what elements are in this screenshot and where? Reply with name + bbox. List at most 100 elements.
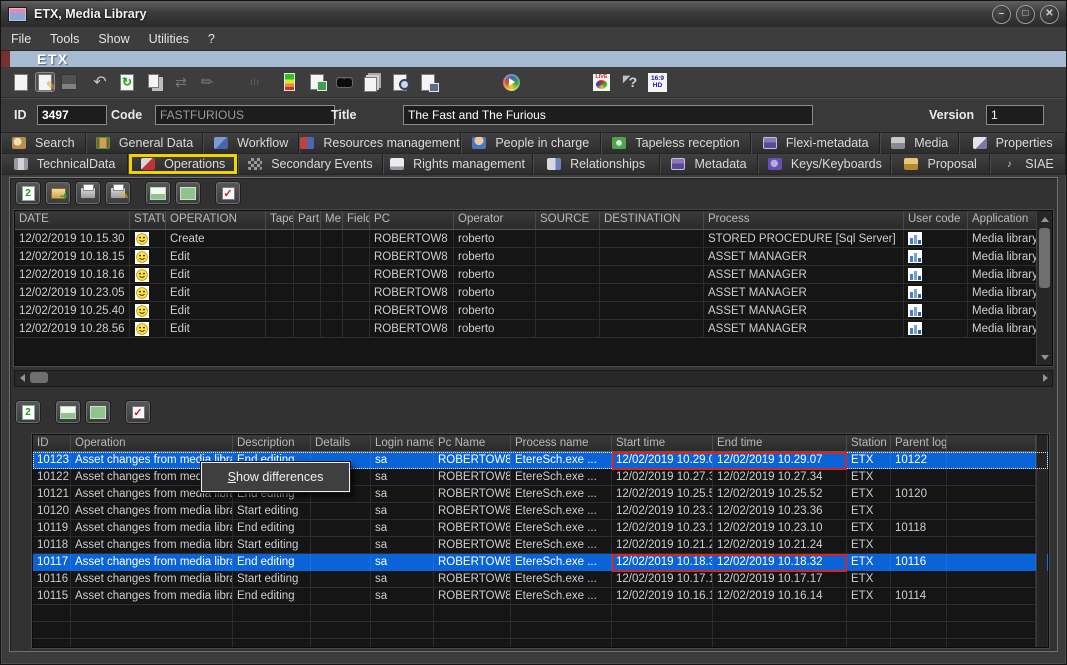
tab-properties[interactable]: Properties <box>959 133 1066 154</box>
audio-levels-icon[interactable] <box>245 72 265 92</box>
version-field[interactable] <box>986 105 1044 125</box>
column-header-operation[interactable]: OPERATION <box>166 211 266 230</box>
preview-icon[interactable] <box>390 72 410 92</box>
horizontal-scrollbar[interactable] <box>14 370 1053 387</box>
scrollbar-track[interactable] <box>1036 639 1048 648</box>
save-icon[interactable] <box>59 72 79 92</box>
table-row[interactable]: 10119Asset changes from media libraryEnd… <box>33 520 1048 537</box>
check-button[interactable] <box>215 181 241 205</box>
scrollbar-track[interactable] <box>1036 503 1048 520</box>
tab-metadata[interactable]: Metadata <box>660 154 759 175</box>
scroll-down-arrow[interactable] <box>1037 350 1052 364</box>
table-row[interactable]: 12/02/2019 10.15.30CreateROBERTOW8robert… <box>15 230 1037 248</box>
column-header-start-time[interactable]: Start time <box>612 435 713 452</box>
scrollbar-track[interactable] <box>1036 469 1048 486</box>
menu-item-show[interactable]: Show <box>98 32 129 46</box>
tab-secondary-events[interactable]: Secondary Events <box>238 154 382 175</box>
column-header-description[interactable]: Description <box>233 435 311 452</box>
column-header-end-time[interactable]: End time <box>713 435 847 452</box>
column-header-process-name[interactable]: Process name <box>511 435 612 452</box>
images-icon[interactable] <box>307 72 327 92</box>
print-edit-button[interactable] <box>105 181 131 205</box>
view-split-button[interactable] <box>145 181 171 205</box>
table-row[interactable]: 10122Asset changes from media librarysaR… <box>33 469 1048 486</box>
tab-resources-management[interactable]: Resources management <box>299 133 461 154</box>
tab-siae[interactable]: ♪SIAE <box>990 154 1066 175</box>
column-header-statu[interactable]: STATU <box>130 211 166 230</box>
scrollbar-track[interactable] <box>1036 435 1048 452</box>
scrollbar-thumb[interactable] <box>1039 228 1050 288</box>
tab-operations[interactable]: Operations <box>128 154 238 175</box>
table-row[interactable]: 10120Asset changes from media librarySta… <box>33 503 1048 520</box>
context-menu-item-show-differences[interactable]: Show differences <box>228 470 324 484</box>
table-row[interactable]: 12/02/2019 10.25.40EditROBERTOW8robertoA… <box>15 302 1037 320</box>
table-row[interactable]: 10115Asset changes from media libraryEnd… <box>33 588 1048 605</box>
maximize-button[interactable]: □ <box>1016 5 1035 24</box>
scrollbar-track[interactable] <box>1036 520 1048 537</box>
close-button[interactable]: ✕ <box>1040 5 1059 24</box>
transfer-icon[interactable] <box>171 72 191 92</box>
levels-icon[interactable] <box>279 72 299 92</box>
scrollbar-track[interactable] <box>1036 452 1048 469</box>
column-header-source[interactable]: SOURCE <box>536 211 600 230</box>
column-header-part[interactable]: Part <box>294 211 321 230</box>
table-row[interactable]: 12/02/2019 10.23.05EditROBERTOW8robertoA… <box>15 284 1037 302</box>
scrollbar-track[interactable] <box>1036 605 1048 622</box>
column-header-application[interactable]: Application <box>968 211 1037 230</box>
tab-relationships[interactable]: Relationships <box>533 154 660 175</box>
undo-icon[interactable] <box>90 72 110 92</box>
scrollbar-thumb[interactable] <box>30 372 48 383</box>
signature-icon[interactable] <box>197 72 217 92</box>
minimize-button[interactable]: – <box>992 5 1011 24</box>
column-header-field[interactable]: Field <box>343 211 370 230</box>
copy-icon[interactable] <box>145 72 165 92</box>
column-header-tape[interactable]: Tape <box>266 211 294 230</box>
scrollbar-track[interactable] <box>1036 486 1048 503</box>
tab-flexi-metadata[interactable]: Flexi-metadata <box>751 133 880 154</box>
column-header-details[interactable]: Details <box>311 435 371 452</box>
table-row[interactable]: 10123Asset changes from media libraryEnd… <box>33 452 1048 469</box>
print-button[interactable] <box>75 181 101 205</box>
tab-rights-management[interactable]: Rights management <box>383 154 533 175</box>
edit-icon[interactable] <box>35 72 55 92</box>
table-row[interactable]: 12/02/2019 10.18.16EditROBERTOW8robertoA… <box>15 266 1037 284</box>
scrollbar-track[interactable] <box>1036 537 1048 554</box>
column-header-destination[interactable]: DESTINATION <box>600 211 704 230</box>
tab-people-in-charge[interactable]: People in charge <box>461 133 601 154</box>
vertical-scrollbar[interactable] <box>1036 211 1052 365</box>
id-field[interactable] <box>37 105 107 125</box>
scroll-left-arrow[interactable] <box>15 371 29 384</box>
column-header-id[interactable]: ID <box>33 435 71 452</box>
live-icon[interactable]: LIVE <box>593 74 610 91</box>
help-pointer-icon[interactable] <box>620 72 640 92</box>
tab-technicaldata[interactable]: TechnicalData <box>1 154 128 175</box>
menu-item-file[interactable]: File <box>11 32 31 46</box>
scroll-up-arrow[interactable] <box>1037 212 1052 226</box>
table-row[interactable]: 10118Asset changes from media librarySta… <box>33 537 1048 554</box>
table-row[interactable]: 12/02/2019 10.18.15EditROBERTOW8robertoA… <box>15 248 1037 266</box>
column-header-user-code[interactable]: User code <box>904 211 968 230</box>
scroll-right-arrow[interactable] <box>1038 371 1052 384</box>
export-document-icon[interactable] <box>418 72 438 92</box>
scrollbar-track[interactable] <box>1036 622 1048 639</box>
column-header-date[interactable]: DATE <box>15 211 130 230</box>
tab-tapeless-reception[interactable]: Tapeless reception <box>601 133 752 154</box>
column-header-login-name[interactable]: Login name <box>371 435 434 452</box>
tab-general-data[interactable]: General Data <box>86 133 204 154</box>
table-row[interactable]: 12/02/2019 10.28.56EditROBERTOW8robertoA… <box>15 320 1037 338</box>
scrollbar-track[interactable] <box>1036 554 1048 571</box>
tab-search[interactable]: Search <box>1 133 86 154</box>
column-header-operator[interactable]: Operator <box>454 211 536 230</box>
column-header-operation[interactable]: Operation <box>71 435 233 452</box>
column-header-pc-name[interactable]: Pc Name <box>434 435 511 452</box>
tab-proposal[interactable]: Proposal <box>891 154 990 175</box>
check-button[interactable] <box>125 400 151 424</box>
title-field[interactable] <box>403 105 813 125</box>
tab-media[interactable]: Media <box>880 133 959 154</box>
binoculars-icon[interactable] <box>334 72 354 92</box>
view-full-button[interactable] <box>85 400 111 424</box>
menu-item-tools[interactable]: Tools <box>50 32 79 46</box>
tab-workflow[interactable]: Workflow <box>203 133 299 154</box>
tab-keys-keyboards[interactable]: Keys/Keyboards <box>758 154 891 175</box>
refresh-button[interactable] <box>15 400 41 424</box>
